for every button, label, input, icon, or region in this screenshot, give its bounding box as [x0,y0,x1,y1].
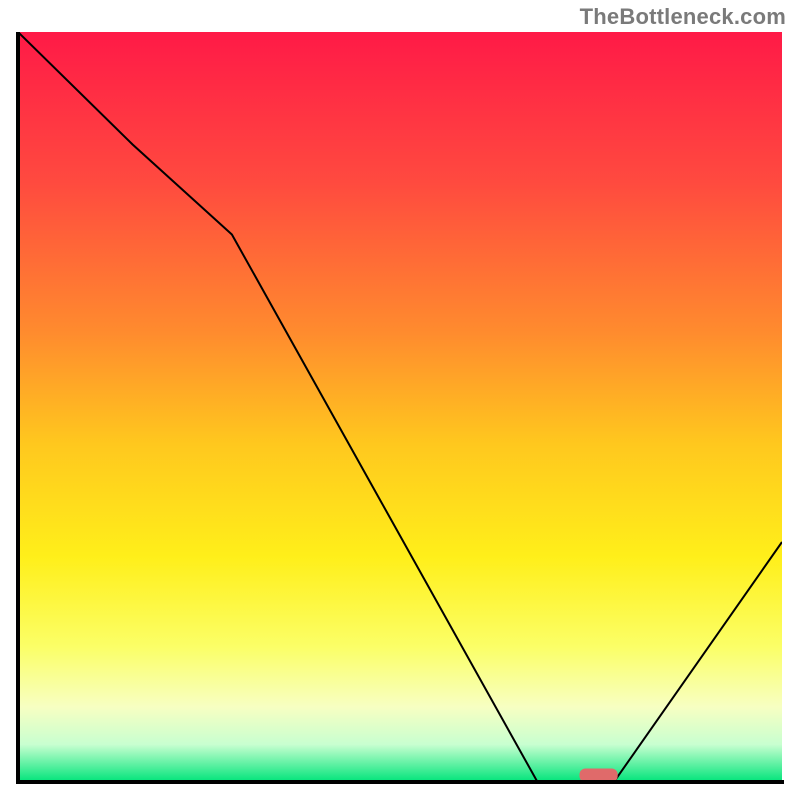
bottleneck-chart [16,32,784,784]
watermark-label: TheBottleneck.com [580,4,786,30]
optimum-marker [580,769,618,783]
plot-area [16,32,784,784]
chart-container: TheBottleneck.com [0,0,800,800]
